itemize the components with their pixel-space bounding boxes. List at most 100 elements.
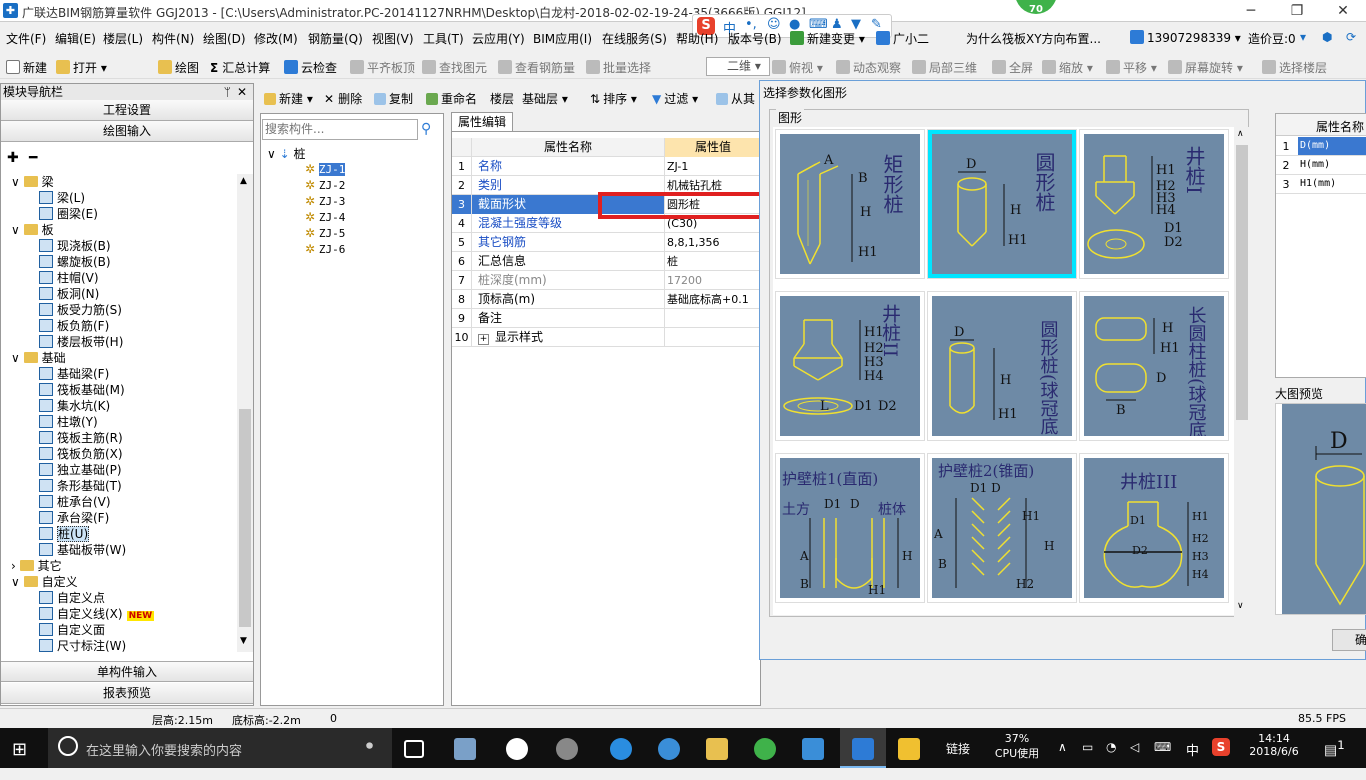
menu-change[interactable]: 新建变更 ▾: [790, 30, 865, 47]
link-toolbar[interactable]: 链接: [946, 740, 970, 780]
component-item[interactable]: ✲ ZJ-2: [305, 177, 345, 193]
fan-app-icon[interactable]: [454, 738, 476, 760]
nav-tree-item[interactable]: 板受力筋(S): [39, 302, 122, 318]
keyboard-tray-icon[interactable]: ⌨: [1154, 740, 1171, 780]
component-item[interactable]: ✲ ZJ-4: [305, 209, 345, 225]
comp-new-button[interactable]: 新建 ▾: [264, 90, 313, 107]
menu-online[interactable]: 在线服务(S): [602, 30, 667, 47]
menu-component[interactable]: 构件(N): [152, 30, 194, 47]
chevron-right-icon[interactable]: ›: [11, 559, 20, 573]
nav-tree-item[interactable]: ∨ 基础: [11, 350, 66, 366]
nav-tree-item[interactable]: 圈梁(E): [39, 206, 98, 222]
nav-tree-item[interactable]: 板负筋(F): [39, 318, 109, 334]
comp-copy-button[interactable]: 复制: [374, 90, 413, 107]
chevron-down-icon[interactable]: ∨: [11, 223, 24, 237]
browser-icon[interactable]: [556, 738, 578, 760]
well-pile-3-card[interactable]: 井桩III D1 D2 H1 H2 H3 H4: [1079, 453, 1229, 603]
round-pile-ball-card[interactable]: D H H1 圆形桩(球冠底): [927, 291, 1077, 441]
menu-cloud[interactable]: 云应用(Y): [472, 30, 525, 47]
menu-draw[interactable]: 绘图(D): [203, 30, 246, 47]
menu-floor[interactable]: 楼层(L): [103, 30, 143, 47]
component-item[interactable]: ✲ ZJ-1: [305, 161, 346, 177]
nav-tree-item[interactable]: 承台梁(F): [39, 510, 109, 526]
guard-pile-1-card[interactable]: 护壁桩1(直面) 土方 D1 D 桩体 A B H H1: [775, 453, 925, 603]
comp-rename-button[interactable]: 重命名: [426, 90, 477, 107]
menu-help[interactable]: 帮助(H): [676, 30, 718, 47]
property-value[interactable]: 桩: [665, 252, 762, 271]
maximize-button[interactable]: ❐: [1274, 0, 1320, 22]
long-round-pile-card[interactable]: H H1 D B 长圆柱桩(球冠底): [1079, 291, 1229, 441]
filter-button[interactable]: ▼ 过滤 ▾: [652, 90, 698, 107]
mic-search-icon[interactable]: ⏺: [366, 738, 373, 754]
close-button[interactable]: ✕: [1320, 0, 1366, 22]
tab-property-edit[interactable]: 属性编辑: [451, 112, 513, 132]
summary-calc-button[interactable]: Σ 汇总计算: [210, 59, 270, 76]
find-element-button[interactable]: 查找图元: [422, 59, 487, 76]
nav-close-icon[interactable]: ✕: [237, 84, 247, 100]
nav-scroll-thumb[interactable]: [239, 409, 251, 627]
minimize-button[interactable]: ─: [1228, 0, 1274, 22]
battery-icon[interactable]: ▭: [1082, 740, 1093, 780]
ggj-active-app[interactable]: [840, 728, 886, 768]
sort-button[interactable]: ⇅ 排序 ▾: [590, 90, 637, 107]
expand-all-icon[interactable]: ✚: [7, 150, 19, 166]
chevron-down-icon[interactable]: ∨: [11, 175, 24, 189]
nav-tree-item[interactable]: 基础梁(F): [39, 366, 109, 382]
ie-blue-icon[interactable]: [658, 738, 680, 760]
guard-pile-2-card[interactable]: 护壁桩2(锥面) D1 D A B H1 H H2: [927, 453, 1077, 603]
rotate-screen-button[interactable]: 屏幕旋转 ▾: [1168, 59, 1243, 76]
nav-tree-item[interactable]: 筏板负筋(X): [39, 446, 123, 462]
draw-input-button[interactable]: 绘图输入: [1, 121, 253, 142]
nav-tree-item[interactable]: 筏板主筋(R): [39, 430, 123, 446]
zoom-button[interactable]: 缩放 ▾: [1042, 59, 1093, 76]
menu-assistant[interactable]: 广小二: [876, 30, 929, 47]
nav-tree-item[interactable]: ∨ 梁: [11, 174, 54, 190]
property-row[interactable]: 8 顶标高(m) 基础底标高+0.1: [452, 290, 762, 309]
sogou-tray-icon[interactable]: S: [1212, 738, 1230, 756]
nav-tree-item[interactable]: 基础板带(W): [39, 542, 126, 558]
property-value[interactable]: ZJ-1: [665, 157, 762, 176]
show-hidden-icons[interactable]: ∧: [1058, 740, 1067, 780]
component-search-input[interactable]: [263, 120, 413, 138]
property-row[interactable]: 7 桩深度(mm) 17200: [452, 271, 762, 290]
comp-tree-root[interactable]: ∨ ⇣ 桩: [267, 145, 306, 162]
nav-tree-item[interactable]: 桩(U): [39, 526, 90, 542]
nav-tree-item[interactable]: 筏板基础(M): [39, 382, 125, 398]
nav-tree-item[interactable]: › 其它: [11, 558, 62, 574]
menu-modify[interactable]: 修改(M): [254, 30, 298, 47]
single-component-button[interactable]: 单构件输入: [1, 661, 253, 682]
component-item[interactable]: ✲ ZJ-6: [305, 241, 345, 257]
align-slab-top-button[interactable]: 平齐板顶: [350, 59, 415, 76]
nav-tree-item[interactable]: 自定义面: [39, 622, 105, 638]
menu-tools[interactable]: 工具(T): [423, 30, 464, 47]
property-value[interactable]: [665, 309, 762, 328]
notes-app-icon[interactable]: [898, 738, 920, 760]
comp-delete-button[interactable]: ✕ 删除: [324, 90, 362, 107]
file-explorer-icon[interactable]: [706, 738, 728, 760]
cpu-usage[interactable]: 37% CPU使用: [992, 732, 1042, 772]
volume-icon[interactable]: ◁: [1130, 740, 1139, 780]
menu-bim[interactable]: BIM应用(I): [533, 30, 592, 47]
search-icon[interactable]: ⚲: [421, 121, 431, 137]
nav-tree-item[interactable]: 柱墩(Y): [39, 414, 98, 430]
property-row[interactable]: 9 备注: [452, 309, 762, 328]
property-value[interactable]: [665, 328, 762, 347]
property-row[interactable]: 6 汇总信息 桩: [452, 252, 762, 271]
pan-button[interactable]: 平移 ▾: [1106, 59, 1157, 76]
select-floor-button[interactable]: 选择楼层: [1262, 59, 1327, 76]
expand-icon[interactable]: +: [478, 334, 489, 345]
pin-icon[interactable]: ᛘ: [224, 84, 231, 100]
open-button[interactable]: 打开 ▾: [56, 59, 107, 76]
360-icon[interactable]: [754, 738, 776, 760]
well-pile-1-card[interactable]: H1 H2 H3 H4 D1 D2 井桩I: [1079, 129, 1229, 279]
nav-tree-item[interactable]: 楼层板带(H): [39, 334, 123, 350]
nav-tree-item[interactable]: 集水坑(K): [39, 398, 110, 414]
round-pile-card[interactable]: D H H1 圆形桩: [927, 129, 1077, 279]
report-preview-button[interactable]: 报表预览: [1, 683, 253, 704]
ime-tray[interactable]: 中: [1186, 740, 1199, 780]
orbit-button[interactable]: 动态观察: [836, 59, 901, 76]
nav-tree-item[interactable]: 桩承台(V): [39, 494, 111, 510]
taskbar-search[interactable]: 在这里输入你要搜索的内容 ⏺: [48, 728, 392, 768]
component-item[interactable]: ✲ ZJ-3: [305, 193, 345, 209]
question-link[interactable]: 为什么筏板XY方向布置...: [966, 30, 1101, 47]
